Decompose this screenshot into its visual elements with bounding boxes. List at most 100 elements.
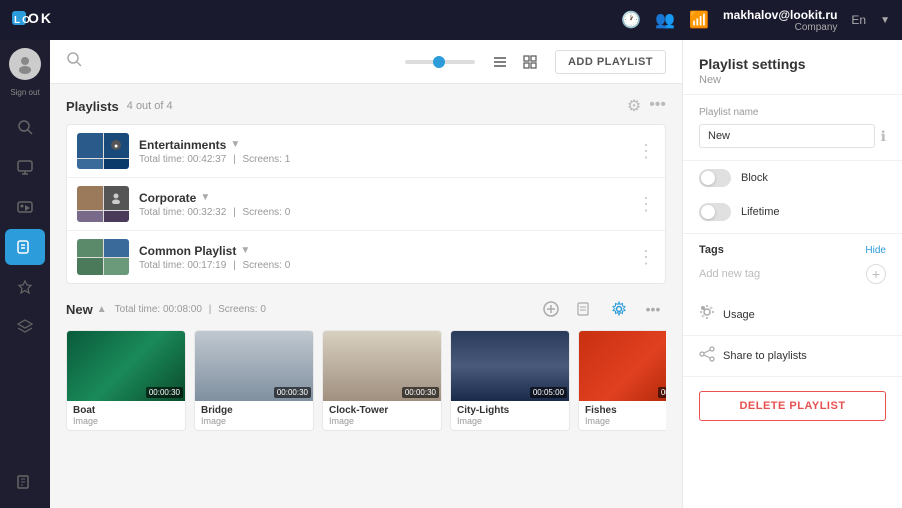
media-type: Image bbox=[201, 416, 307, 426]
list-item[interactable]: 00:05:00 City-Lights Image bbox=[450, 330, 570, 431]
media-thumbnail: 00:00:30 bbox=[67, 331, 186, 401]
lifetime-toggle[interactable] bbox=[699, 203, 731, 221]
chevron-icon: ▼ bbox=[200, 192, 210, 203]
content-area: ADD PLAYLIST Playlists 4 out of 4 ⚙ ••• bbox=[50, 40, 682, 508]
sidebar-item-media[interactable] bbox=[5, 189, 45, 225]
playlist-more-button[interactable]: ⋮ bbox=[637, 248, 655, 266]
new-section-title: New ▲ bbox=[66, 302, 107, 317]
usage-icon bbox=[699, 304, 715, 325]
playlist-meta: Total time: 00:32:32 | Screens: 0 bbox=[139, 207, 627, 218]
list-item[interactable]: 00:00:30 Boat Image bbox=[66, 330, 186, 431]
block-label: Block bbox=[741, 172, 768, 184]
info-icon[interactable]: ℹ bbox=[881, 128, 886, 145]
panel-subtitle: New bbox=[699, 74, 886, 86]
media-duration: 00:00:30 bbox=[146, 387, 183, 398]
tags-hide-button[interactable]: Hide bbox=[865, 245, 886, 256]
media-type: Image bbox=[329, 416, 435, 426]
settings-button[interactable] bbox=[606, 296, 632, 322]
more-options-button[interactable]: ••• bbox=[640, 296, 666, 322]
playlists-actions: ⚙ ••• bbox=[627, 96, 666, 116]
lang-chevron[interactable]: ▼ bbox=[880, 15, 890, 26]
panel-header: Playlist settings New bbox=[683, 40, 902, 95]
playlist-meta: Total time: 00:42:37 | Screens: 1 bbox=[139, 154, 627, 165]
block-toggle[interactable] bbox=[699, 169, 731, 187]
edit-button[interactable] bbox=[572, 296, 598, 322]
add-tag-row: Add new tag + bbox=[683, 260, 902, 294]
chevron-up-icon: ▲ bbox=[97, 304, 107, 315]
zoom-slider[interactable] bbox=[405, 60, 475, 64]
chevron-icon: ▼ bbox=[230, 139, 240, 150]
tags-section: Tags Hide bbox=[683, 234, 902, 260]
sidebar-item-bottom[interactable] bbox=[5, 464, 45, 500]
media-grid: 00:00:30 Boat Image 00:00:30 Bridge Imag… bbox=[66, 330, 666, 431]
sidebar-item-layers[interactable] bbox=[5, 309, 45, 345]
share-row[interactable]: Share to playlists bbox=[683, 336, 902, 377]
add-playlist-button[interactable]: ADD PLAYLIST bbox=[555, 50, 666, 74]
new-section-actions: ••• bbox=[538, 296, 666, 322]
media-type: Image bbox=[73, 416, 179, 426]
list-item[interactable]: Corporate ▼ Total time: 00:32:32 | Scree… bbox=[67, 178, 665, 231]
svg-text:OK: OK bbox=[28, 10, 53, 26]
user-info[interactable]: makhalov@lookit.ru Company bbox=[723, 8, 837, 33]
list-view-button[interactable] bbox=[487, 49, 513, 75]
playlist-thumbnail bbox=[77, 186, 129, 222]
users-icon[interactable]: 👥 bbox=[655, 10, 675, 30]
playlist-name-input[interactable] bbox=[699, 124, 875, 148]
share-icon bbox=[699, 346, 715, 366]
tags-title: Tags bbox=[699, 244, 724, 256]
playlist-thumbnail: ● bbox=[77, 133, 129, 169]
usage-label: Usage bbox=[723, 309, 755, 321]
media-info: Boat Image bbox=[67, 401, 185, 430]
list-item[interactable]: Common Playlist ▼ Total time: 00:17:19 |… bbox=[67, 231, 665, 283]
toggle-knob bbox=[701, 171, 715, 185]
signal-icon[interactable]: 📶 bbox=[689, 10, 709, 30]
media-thumbnail: 00:05:00 bbox=[451, 331, 570, 401]
media-duration: 00:00:30 bbox=[402, 387, 439, 398]
playlists-section: Playlists 4 out of 4 ⚙ ••• ● bbox=[50, 84, 682, 284]
company-name: Company bbox=[795, 22, 838, 33]
avatar[interactable] bbox=[9, 48, 41, 80]
sidebar-item-search[interactable] bbox=[5, 109, 45, 145]
more-icon[interactable]: ••• bbox=[649, 96, 666, 116]
delete-playlist-button[interactable]: DELETE PLAYLIST bbox=[699, 391, 886, 421]
sidebar-item-playlists[interactable] bbox=[5, 229, 45, 265]
grid-view-button[interactable] bbox=[517, 49, 543, 75]
media-thumbnail: 00:00:30 bbox=[195, 331, 314, 401]
playlist-info: Corporate ▼ Total time: 00:32:32 | Scree… bbox=[139, 191, 627, 218]
media-name: Fishes bbox=[585, 405, 666, 416]
media-name: Bridge bbox=[201, 405, 307, 416]
share-label: Share to playlists bbox=[723, 350, 807, 362]
new-section-header: New ▲ Total time: 00:08:00 | Screens: 0 bbox=[66, 296, 666, 322]
playlist-more-button[interactable]: ⋮ bbox=[637, 195, 655, 213]
playlists-header: Playlists 4 out of 4 ⚙ ••• bbox=[66, 96, 666, 116]
media-type: Image bbox=[457, 416, 563, 426]
app-logo: LO OK bbox=[12, 7, 72, 34]
playlist-info: Entertainments ▼ Total time: 00:42:37 | … bbox=[139, 138, 627, 165]
main-layout: Sign out bbox=[0, 40, 902, 508]
signout-label: Sign out bbox=[10, 88, 39, 97]
add-tag-placeholder: Add new tag bbox=[699, 268, 760, 280]
playlist-meta: Total time: 00:17:19 | Screens: 0 bbox=[139, 260, 627, 271]
list-item[interactable]: 00:00:30 Fishes Image bbox=[578, 330, 666, 431]
usage-row[interactable]: Usage bbox=[683, 294, 902, 336]
filter-icon[interactable]: ⚙ bbox=[627, 96, 641, 116]
add-tag-button[interactable]: + bbox=[866, 264, 886, 284]
search-button[interactable] bbox=[66, 51, 82, 72]
sidebar-item-favorites[interactable] bbox=[5, 269, 45, 305]
media-info: Clock-Tower Image bbox=[323, 401, 441, 430]
language-selector[interactable]: En bbox=[851, 13, 866, 27]
svg-text:●: ● bbox=[114, 143, 118, 150]
add-media-button[interactable] bbox=[538, 296, 564, 322]
list-item[interactable]: 00:00:30 Bridge Image bbox=[194, 330, 314, 431]
sidebar-item-screens[interactable] bbox=[5, 149, 45, 185]
playlists-count: 4 out of 4 bbox=[127, 100, 173, 112]
media-type: Image bbox=[585, 416, 666, 426]
view-toggle bbox=[487, 49, 543, 75]
list-item[interactable]: 00:00:30 Clock-Tower Image bbox=[322, 330, 442, 431]
playlist-more-button[interactable]: ⋮ bbox=[637, 142, 655, 160]
list-item[interactable]: ● Entertainments ▼ Total time: 00:42:37 … bbox=[67, 125, 665, 178]
media-duration: 00:00:30 bbox=[274, 387, 311, 398]
right-panel: Playlist settings New Playlist name ℹ Bl… bbox=[682, 40, 902, 508]
clock-icon[interactable]: 🕐 bbox=[621, 10, 641, 30]
playlists-title: Playlists bbox=[66, 99, 119, 114]
